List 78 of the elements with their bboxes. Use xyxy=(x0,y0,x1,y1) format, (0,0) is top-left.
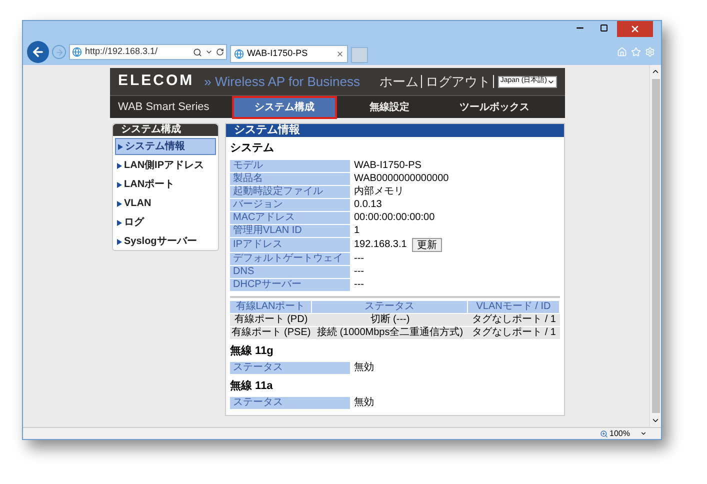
field-label: DNS xyxy=(230,266,350,278)
sidebar-item[interactable]: VLAN xyxy=(115,195,216,212)
sidebar-item[interactable]: ログ xyxy=(115,214,216,231)
refresh-icon xyxy=(216,48,224,56)
field-label: バージョン xyxy=(230,199,350,211)
field-label: ステータス xyxy=(230,397,350,409)
caret-icon[interactable] xyxy=(640,430,647,437)
section-heading: システム xyxy=(230,142,275,155)
nav-tab[interactable]: ツールボックス xyxy=(442,96,547,118)
field-value: 無効 xyxy=(354,362,374,374)
update-button[interactable]: 更新 xyxy=(412,238,442,252)
scroll-up-icon[interactable] xyxy=(651,67,660,76)
maximize-icon xyxy=(600,24,608,32)
field-value: --- xyxy=(354,253,364,265)
back-button[interactable] xyxy=(27,41,49,63)
search-icon xyxy=(193,48,202,56)
sidebar-item[interactable]: Syslogサーバー xyxy=(115,233,216,250)
panel-title: システム情報 xyxy=(226,124,564,137)
field-value: 内部メモリ xyxy=(354,186,404,198)
header-link[interactable]: ホーム xyxy=(376,72,422,92)
triangle-icon xyxy=(117,182,122,188)
scrollbar[interactable] xyxy=(649,65,661,427)
globe-icon xyxy=(72,47,82,57)
sidebar-item[interactable]: LANポート xyxy=(115,176,216,193)
section-heading: 無線 11a xyxy=(230,380,274,393)
sidebar-item[interactable]: LAN側IPアドレス xyxy=(115,157,216,174)
triangle-icon xyxy=(117,220,122,226)
field-label: IPアドレス xyxy=(230,238,350,252)
field-value: 00:00:00:00:00:00 xyxy=(354,212,435,224)
table-cell-text: 接続 (1000Mbps全二重通信方式) xyxy=(316,327,464,339)
table-cell-text: 有線ポート (PD) xyxy=(233,314,309,326)
field-value: --- xyxy=(354,266,364,278)
close-button[interactable] xyxy=(617,21,653,37)
triangle-icon xyxy=(117,238,122,244)
address-text: http://192.168.3.1/ xyxy=(85,45,159,58)
field-value: 無効 xyxy=(354,397,374,409)
triangle-icon xyxy=(117,200,122,206)
caret-icon xyxy=(205,48,213,56)
field-label: モデル xyxy=(230,160,350,172)
field-label: 管理用VLAN ID xyxy=(230,225,350,237)
brand-logo: ELECOM xyxy=(118,71,194,92)
field-value: WAB0000000000000 xyxy=(354,173,449,185)
section-heading: 無線 11g xyxy=(230,345,274,358)
series-name: WAB Smart Series xyxy=(117,100,210,115)
sidebar-title: システム構成 xyxy=(113,124,218,136)
field-label: 製品名 xyxy=(230,173,350,185)
field-value: 1 xyxy=(354,225,360,237)
field-value: WAB-I1750-PS xyxy=(354,160,422,172)
sidebar-item[interactable]: システム情報 xyxy=(115,138,216,155)
zoom-level[interactable]: 100% xyxy=(610,428,630,440)
triangle-icon xyxy=(118,144,123,150)
field-value: --- xyxy=(354,279,364,291)
field-value: 0.0.13 xyxy=(354,199,382,211)
header-link[interactable]: ログアウト xyxy=(422,72,494,92)
table-cell-text: 切断 (---) xyxy=(369,314,411,326)
scroll-down-icon[interactable] xyxy=(651,416,660,425)
product-title: » Wireless AP for Business xyxy=(204,72,360,91)
nav-tab[interactable]: システム構成 xyxy=(232,96,337,118)
field-label: 起動時設定ファイル xyxy=(230,186,350,198)
table-cell: 有線ポート (PSE) xyxy=(230,327,312,339)
address-field[interactable]: http://192.168.3.1/ xyxy=(69,44,227,60)
tab-title: WAB-I1750-PS xyxy=(247,47,309,60)
browser-tab[interactable]: WAB-I1750-PS xyxy=(230,45,348,63)
globe-icon xyxy=(234,49,244,59)
nav-tab[interactable]: 無線設定 xyxy=(337,96,442,118)
field-value: 192.168.3.1 xyxy=(354,238,407,252)
star-icon[interactable] xyxy=(631,47,641,57)
field-label: デフォルトゲートウェイ xyxy=(230,253,350,265)
zoom-icon xyxy=(600,430,608,438)
table-cell-text: タグなしポート / 1 xyxy=(471,314,557,326)
close-icon xyxy=(630,24,640,34)
close-icon xyxy=(336,50,344,58)
triangle-icon xyxy=(117,162,122,168)
field-label: DHCPサーバー xyxy=(230,279,350,291)
field-label: MACアドレス xyxy=(230,212,350,224)
table-cell-text: タグなしポート / 1 xyxy=(471,327,557,339)
forward-arrow-icon xyxy=(54,48,64,56)
field-label: ステータス xyxy=(230,362,350,374)
